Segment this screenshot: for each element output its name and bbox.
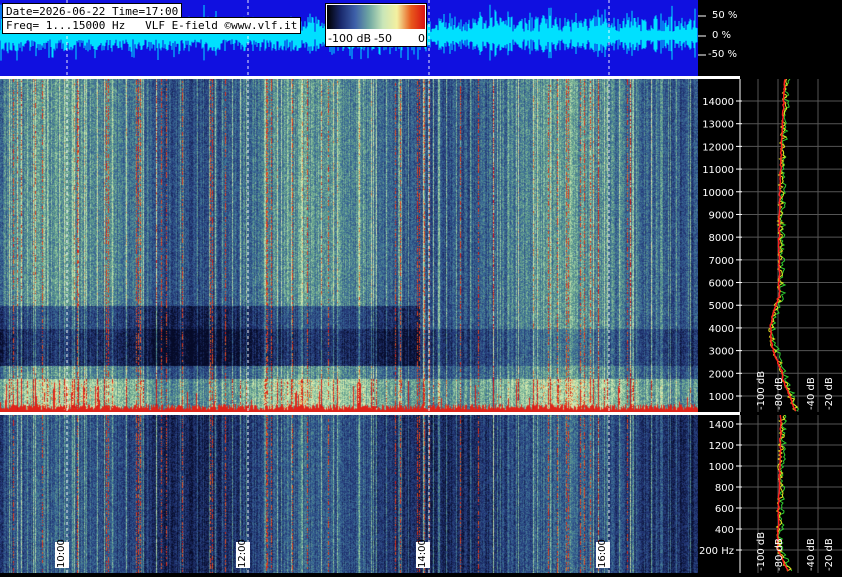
lower-profile-freq-label: 200 Hz: [699, 546, 734, 557]
waveform-label-minus50: -50 %: [708, 49, 738, 60]
lower-profile-freq-label: 600: [715, 504, 734, 515]
upper-profile-freq-label: 11000: [702, 165, 734, 176]
lower-profile-freq-label: 1400: [709, 420, 734, 431]
upper-profile-freq-label: 3000: [709, 347, 734, 358]
upper-profile-freq-label: 14000: [702, 97, 734, 108]
time-label-1000: 10:00: [56, 539, 67, 568]
waveform-label-50: 50 %: [712, 10, 738, 21]
spectrum-profile-lower: 1400 1200 1000 800 600 400 200 Hz -100 dB -80 dB…: [698, 414, 842, 573]
time-gridlines: [66, 0, 610, 573]
spectrum-profile-upper: 14000 13000 12000 11000 10000 9000 8000 7000 600…: [698, 78, 842, 412]
time-label-1400: 14:00: [417, 539, 428, 568]
time-label-box-3: 14:00: [416, 539, 430, 568]
upper-profile-db-label: -20 dB: [824, 377, 835, 410]
lower-profile-freq-label: 400: [715, 525, 734, 536]
time-label-1600: 16:00: [597, 539, 608, 568]
upper-profile-freq-label: 10000: [702, 188, 734, 199]
time-label-1200: 12:00: [237, 539, 248, 568]
upper-profile-freq-label: 13000: [702, 120, 734, 131]
upper-profile-db-label: -80 dB: [774, 377, 785, 410]
time-label-box-2: 12:00: [236, 539, 250, 568]
lower-profile-db-label: -40 dB: [806, 538, 817, 571]
upper-profile-freq-label: 12000: [702, 142, 734, 153]
upper-profile-freq-label: 2000: [709, 369, 734, 380]
lower-profile-freq-label: 1200: [709, 441, 734, 452]
lower-profile-freq-label: 1000: [709, 462, 734, 473]
waveform-scale: 50 % 0 % -50 %: [698, 0, 842, 76]
upper-profile-freq-label: 8000: [709, 233, 734, 244]
lower-profile-db-label: -20 dB: [824, 538, 835, 571]
upper-profile-freq-label: 9000: [709, 210, 734, 221]
waveform-label-0: 0 %: [712, 30, 732, 41]
upper-profile-freq-label: 6000: [709, 279, 734, 290]
upper-profile-freq-label: 7000: [709, 256, 734, 267]
time-label-box-4: 16:00: [596, 539, 610, 568]
upper-profile-db-label: -100 dB: [756, 371, 767, 410]
lower-profile-db-label: -100 dB: [756, 532, 767, 571]
time-label-box-1: 10:00: [55, 539, 69, 568]
upper-profile-freq-label: 4000: [709, 324, 734, 335]
lower-profile-db-label: -80 dB: [774, 538, 785, 571]
upper-profile-db-label: -40 dB: [806, 377, 817, 410]
upper-profile-freq-label: 1000: [709, 392, 734, 403]
upper-profile-freq-label: 5000: [709, 301, 734, 312]
lower-profile-freq-label: 800: [715, 483, 734, 494]
